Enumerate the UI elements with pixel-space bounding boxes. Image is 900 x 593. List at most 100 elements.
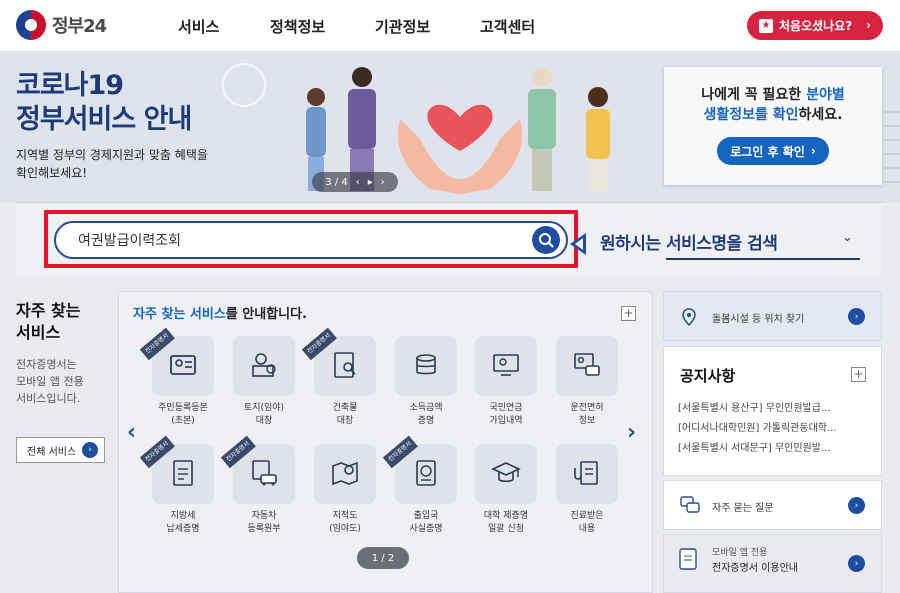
mobile-app-guide[interactable]: 모바일 앱 전용 전자증명서 이용안내 › <box>663 534 882 593</box>
callout-underline <box>666 258 860 260</box>
graduation-cap-icon <box>491 462 521 483</box>
service-label[interactable]: 자동차 등록원부 <box>229 510 299 536</box>
nav-agency[interactable]: 기관정보 <box>375 16 430 37</box>
frequent-services-desc: 전자증명서는 모바일 앱 전용 서비스입니다. <box>16 356 112 407</box>
service-tile[interactable]: 전자증명서 <box>301 327 376 396</box>
search-box <box>54 221 568 259</box>
service-label[interactable]: 운전면허 정보 <box>552 402 622 428</box>
notice-item[interactable]: [서울특별시 용산구] 무인민원발급... <box>678 399 868 414</box>
frequent-desc-line2: 모바일 앱 전용 <box>16 375 84 388</box>
service-tile[interactable] <box>314 444 376 504</box>
service-tile[interactable] <box>556 336 618 396</box>
nav-services[interactable]: 서비스 <box>178 16 219 37</box>
person-illustration-4 <box>586 87 610 191</box>
services-prev-arrow-icon[interactable]: ‹ <box>127 420 136 445</box>
login-check-button[interactable]: 로그인 후 확인 › <box>717 137 829 165</box>
service-label[interactable]: 토지(임야) 대장 <box>229 402 299 428</box>
chevron-right-icon: › <box>82 442 98 458</box>
mobile-app-line1: 모바일 앱 전용 <box>712 548 768 558</box>
service-tile[interactable]: 전자증명서 <box>220 435 295 504</box>
banner-subtitle-line2: 확인해보세요! <box>16 166 88 180</box>
life-info-msg-pre: 나에게 꼭 필요한 <box>701 87 807 103</box>
service-label-line1: 소득금액 <box>409 403 443 413</box>
chevron-right-icon: › <box>810 144 816 158</box>
document-search-icon <box>334 352 356 378</box>
logo-text: 정부24 <box>52 16 107 37</box>
service-label[interactable]: 주민등록등본 (초본) <box>148 402 218 428</box>
service-label-line2: 사실증명 <box>409 524 443 534</box>
service-tile[interactable] <box>556 444 618 504</box>
care-facility-finder[interactable]: 돌봄시설 등 위치 찾기 › <box>663 291 882 341</box>
service-tile[interactable] <box>395 336 457 396</box>
notice-more-plus-icon[interactable]: + <box>851 367 866 382</box>
service-label-line1: 토지(임야) <box>243 403 285 413</box>
license-car-icon <box>574 353 600 376</box>
services-next-arrow-icon[interactable]: › <box>627 420 636 445</box>
banner-play-icon[interactable]: ▸ <box>368 177 373 188</box>
chat-bubbles-icon <box>680 496 700 513</box>
service-tile[interactable]: 전자증명서 <box>382 435 457 504</box>
service-label[interactable]: 건축물 대장 <box>310 402 380 428</box>
faq-link[interactable]: 자주 묻는 질문 › <box>663 480 882 530</box>
life-info-card: 나에게 꼭 필요한 분야별 생활정보를 확인하세요. 로그인 후 확인 › <box>664 67 882 185</box>
chevron-right-icon: › <box>866 18 871 32</box>
service-label-line1: 출입국 <box>413 511 439 521</box>
first-visit-button[interactable]: ★ 처음오셨나요? › <box>747 11 883 40</box>
services-heading-blue: 자주 찾는 서비스 <box>133 307 226 322</box>
search-input[interactable] <box>78 230 518 250</box>
map-pin-icon <box>252 353 276 377</box>
frequent-services-panel: 자주 찾는 서비스를 안내합니다. + ‹ › 전자증명서 주민등록등본 (초본) 토… <box>118 291 653 593</box>
service-label-line2: 납세증명 <box>166 524 200 534</box>
banner-subtitle-line1: 지역별 정부의 경제지원과 맞춤 혜택을 <box>16 148 208 162</box>
care-facility-label: 돌봄시설 등 위치 찾기 <box>712 314 805 325</box>
banner-title-line1: 코로나19 <box>16 70 124 101</box>
star-badge-icon: ★ <box>759 18 773 33</box>
search-callout: 원하시는 서비스명을 검색 <box>600 234 778 254</box>
service-label-line2: 가입내역 <box>489 416 523 426</box>
services-pager: 1 / 2 <box>357 547 409 569</box>
covid-banner[interactable]: 코로나19 정부서비스 안내 지역별 정부의 경제지원과 맞춤 혜택을 확인해보… <box>0 53 900 203</box>
service-tile[interactable]: 전자증명서 <box>139 435 214 504</box>
chevron-down-icon[interactable]: ⌄ <box>842 230 853 245</box>
service-label-line1: 주민등록등본 <box>158 403 208 413</box>
notice-item[interactable]: [서울특별시 서대문구] 무인민원발... <box>678 439 868 454</box>
services-more-plus-icon[interactable]: + <box>621 306 636 321</box>
faq-label: 자주 묻는 질문 <box>712 503 774 514</box>
hands-heart-illustration <box>398 104 522 194</box>
nav-policy[interactable]: 정책정보 <box>270 16 325 37</box>
coins-icon <box>416 354 436 375</box>
service-label-line2: 등록원부 <box>247 524 281 534</box>
map-search-icon <box>332 461 358 486</box>
service-label[interactable]: 진료받은 내용 <box>552 510 622 536</box>
site-logo[interactable]: 정부24 <box>16 10 107 40</box>
service-tile[interactable] <box>233 336 295 396</box>
chevron-right-icon: › <box>848 497 865 514</box>
callout-arrow-icon <box>570 233 586 255</box>
service-tile[interactable] <box>475 336 537 396</box>
location-pin-icon <box>682 308 696 326</box>
service-label-line1: 운전면허 <box>570 403 604 413</box>
service-label[interactable]: 지방세납세증명 <box>148 510 218 536</box>
service-tile[interactable] <box>475 444 537 504</box>
service-tile[interactable]: 전자증명서 <box>139 327 214 396</box>
service-label[interactable]: 대학 제증명 일괄 신청 <box>471 510 541 536</box>
service-label[interactable]: 지적도 (임야도) <box>310 510 380 536</box>
all-services-button[interactable]: 전체 서비스 › <box>16 437 105 463</box>
service-label[interactable]: 국민연금 가입내역 <box>471 402 541 428</box>
banner-next-icon[interactable]: › <box>381 177 385 188</box>
id-card-icon <box>170 355 196 375</box>
service-label[interactable]: 출입국사실증명 <box>391 510 461 536</box>
service-label[interactable]: 소득금액 증명 <box>391 402 461 428</box>
banner-prev-icon[interactable]: ‹ <box>356 177 360 188</box>
notice-item[interactable]: [어디서나대학민원] 가톨릭관동대학... <box>678 419 868 434</box>
service-label-line1: 지방세 <box>170 511 196 521</box>
frequent-title-line2: 서비스 <box>16 323 61 342</box>
car-document-icon <box>252 460 277 486</box>
search-button[interactable] <box>532 226 560 254</box>
frequent-services-intro: 자주 찾는 서비스 전자증명서는 모바일 앱 전용 서비스입니다. <box>16 300 112 407</box>
notice-title: 공지사항 <box>680 367 736 385</box>
life-info-message: 나에게 꼭 필요한 분야별 생활정보를 확인하세요. <box>664 85 882 125</box>
service-label-line1: 건축물 <box>332 403 358 413</box>
nav-customer-center[interactable]: 고객센터 <box>480 16 535 37</box>
notice-box: 공지사항 + [서울특별시 용산구] 무인민원발급... [어디서나대학민원] … <box>663 346 882 476</box>
